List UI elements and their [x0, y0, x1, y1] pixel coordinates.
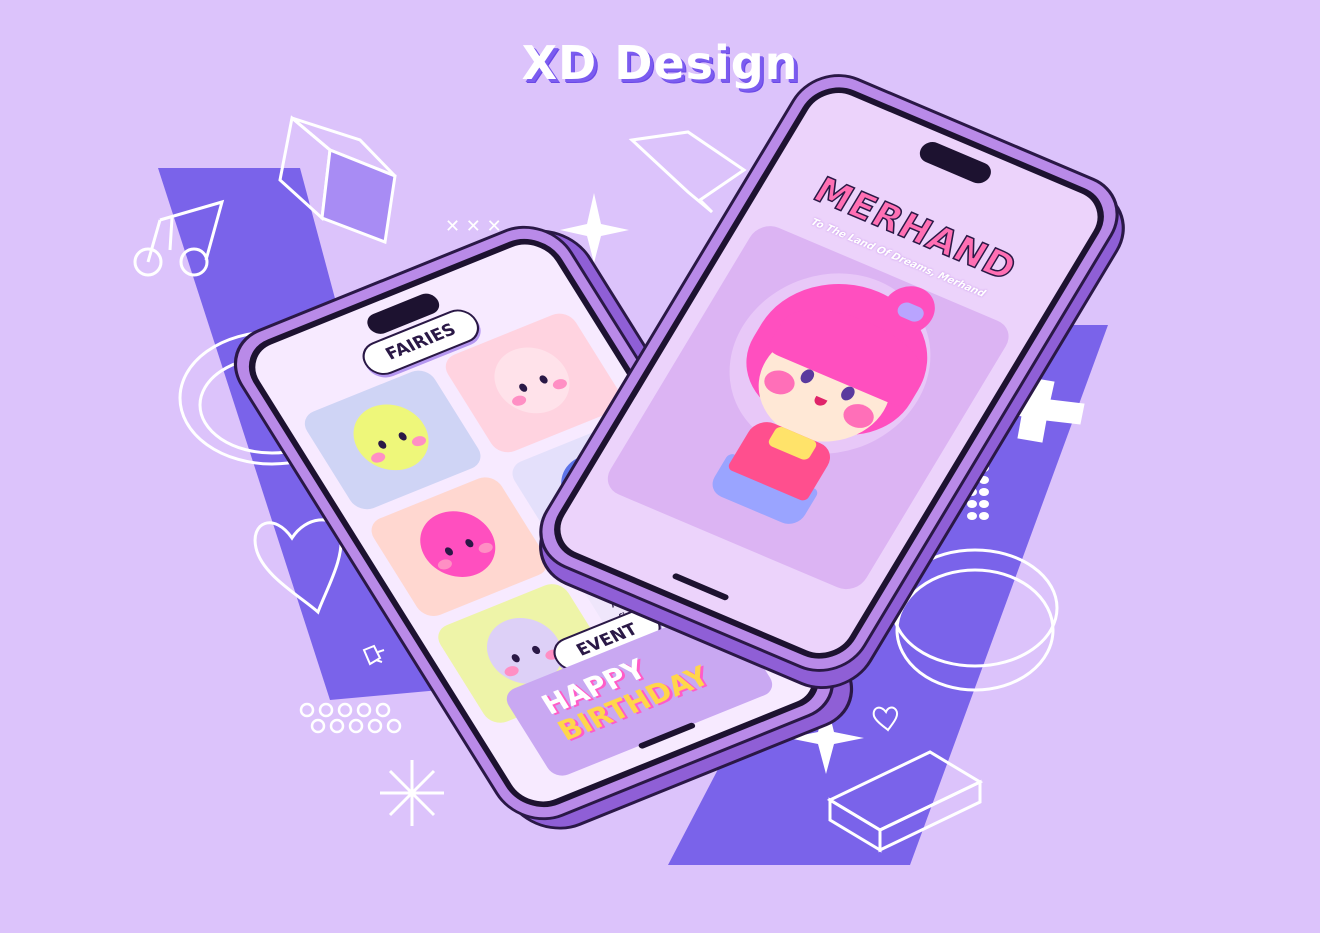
home-indicator	[671, 572, 730, 602]
dynamic-island	[915, 138, 996, 187]
page-title: XD Design	[521, 36, 799, 90]
speech-bubble-icon	[628, 130, 747, 214]
yellow-bear-face-icon	[339, 394, 443, 481]
puppy-face-icon	[480, 337, 584, 424]
dots-row-icon	[299, 702, 402, 734]
starburst-icon	[380, 760, 444, 826]
pink-girl-face-icon	[406, 500, 510, 588]
